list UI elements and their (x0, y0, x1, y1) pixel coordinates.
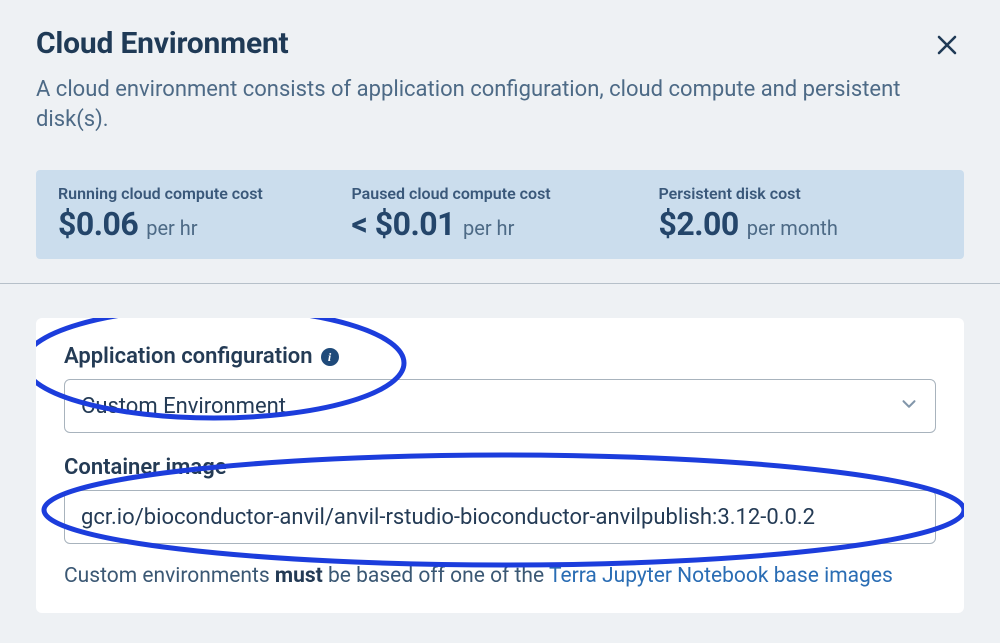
app-config-selected-value: Custom Environment (81, 394, 286, 419)
note-text-must: must (275, 564, 323, 588)
paused-cost: Paused cloud compute cost < $0.01 per hr (352, 184, 649, 243)
app-config-select[interactable]: Custom Environment (64, 379, 936, 433)
paused-cost-amount: < $0.01 (352, 205, 455, 243)
terra-base-images-link[interactable]: Terra Jupyter Notebook base images (549, 564, 893, 588)
close-icon (935, 33, 959, 57)
running-cost-amount: $0.06 (58, 205, 138, 243)
container-image-input[interactable] (64, 490, 936, 544)
app-config-label: Application configuration (64, 344, 313, 369)
dialog-title: Cloud Environment (36, 26, 964, 61)
disk-cost-amount: $2.00 (659, 205, 739, 243)
persistent-disk-cost: Persistent disk cost $2.00 per month (659, 184, 943, 243)
app-config-field: Application configuration i Custom Envir… (64, 344, 936, 433)
container-image-field: Container image (64, 455, 936, 544)
disk-cost-unit: per month (747, 216, 838, 240)
cost-summary-bar: Running cloud compute cost $0.06 per hr … (36, 170, 964, 259)
running-cost-unit: per hr (146, 216, 197, 240)
paused-cost-unit: per hr (463, 216, 514, 240)
note-text-mid: be based off one of the (323, 564, 549, 588)
info-icon[interactable]: i (321, 348, 339, 366)
paused-cost-label: Paused cloud compute cost (352, 184, 649, 203)
dialog-header: Cloud Environment A cloud environment co… (0, 0, 1000, 152)
custom-env-note: Custom environments must be based off on… (64, 562, 936, 590)
running-cost-label: Running cloud compute cost (58, 184, 342, 203)
dialog-subtitle: A cloud environment consists of applicat… (36, 75, 964, 134)
close-button[interactable] (932, 30, 962, 60)
configuration-panel: Application configuration i Custom Envir… (36, 318, 964, 612)
running-cost: Running cloud compute cost $0.06 per hr (58, 184, 342, 243)
disk-cost-label: Persistent disk cost (659, 184, 943, 203)
note-text-prefix: Custom environments (64, 564, 275, 588)
container-image-label: Container image (64, 455, 227, 480)
